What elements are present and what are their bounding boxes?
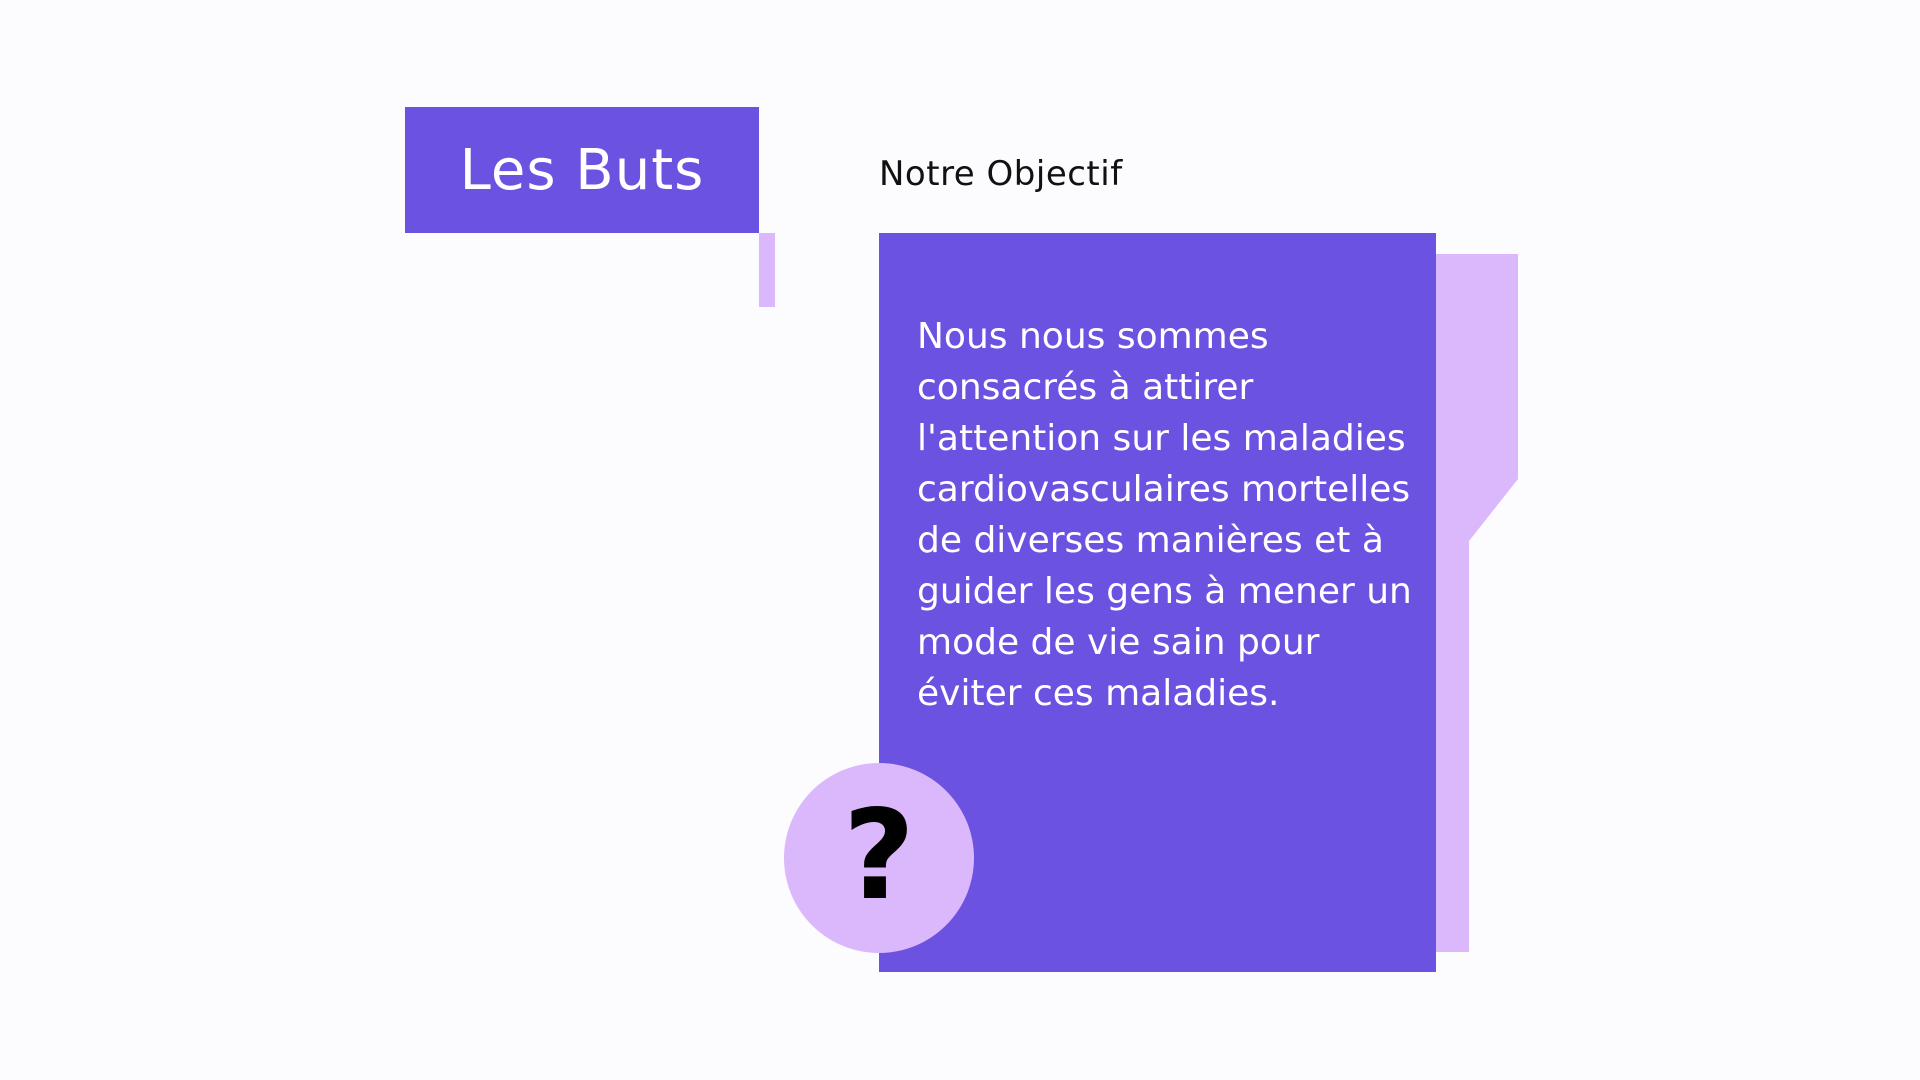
slide-title: Les Buts (459, 137, 705, 203)
slide-subtitle: Notre Objectif (879, 154, 1123, 194)
question-mark-icon: ? (843, 784, 915, 928)
slide: Les Buts Notre Objectif Nous nous sommes… (0, 0, 1920, 1080)
objective-text: Nous nous sommes consacrés à attirer l'a… (917, 316, 1412, 714)
title-box: Les Buts (405, 107, 759, 233)
question-badge: ? (784, 763, 974, 953)
title-accent-tab (759, 233, 775, 307)
